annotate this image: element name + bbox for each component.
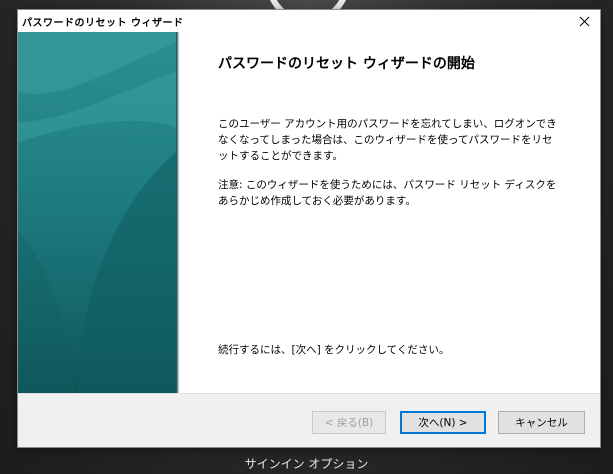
password-reset-wizard-dialog: パスワードのリセット ウィザード パスワードのリセット ウィザードの開始 このユ… <box>18 10 600 447</box>
title-bar: パスワードのリセット ウィザード <box>18 10 600 32</box>
next-button[interactable]: 次へ(N) > <box>400 411 486 434</box>
back-button[interactable]: < 戻る(B) <box>312 411 386 434</box>
note-text: 注意: このウィザードを使うためには、パスワード リセット ディスクをあらかじめ… <box>218 179 557 207</box>
banner-divider <box>176 32 179 393</box>
wizard-side-banner <box>18 32 176 393</box>
cancel-button[interactable]: キャンセル <box>498 411 585 434</box>
page-title: パスワードのリセット ウィザードの開始 <box>218 56 475 72</box>
banner-wave-graphic <box>18 32 176 393</box>
instruction-text: 続行するには、[次へ] をクリックしてください。 <box>218 344 450 356</box>
window-title: パスワードのリセット ウィザード <box>22 18 184 29</box>
button-bar: < 戻る(B) 次へ(N) > キャンセル <box>18 393 600 447</box>
close-button[interactable] <box>570 10 598 32</box>
sign-in-options-link[interactable]: サインイン オプション <box>0 455 613 472</box>
wizard-content: パスワードのリセット ウィザードの開始 このユーザー アカウント用のパスワードを… <box>218 32 578 393</box>
description-text: このユーザー アカウント用のパスワードを忘れてしまい、ログオンできなくなってしま… <box>218 118 557 162</box>
close-icon <box>579 16 589 26</box>
